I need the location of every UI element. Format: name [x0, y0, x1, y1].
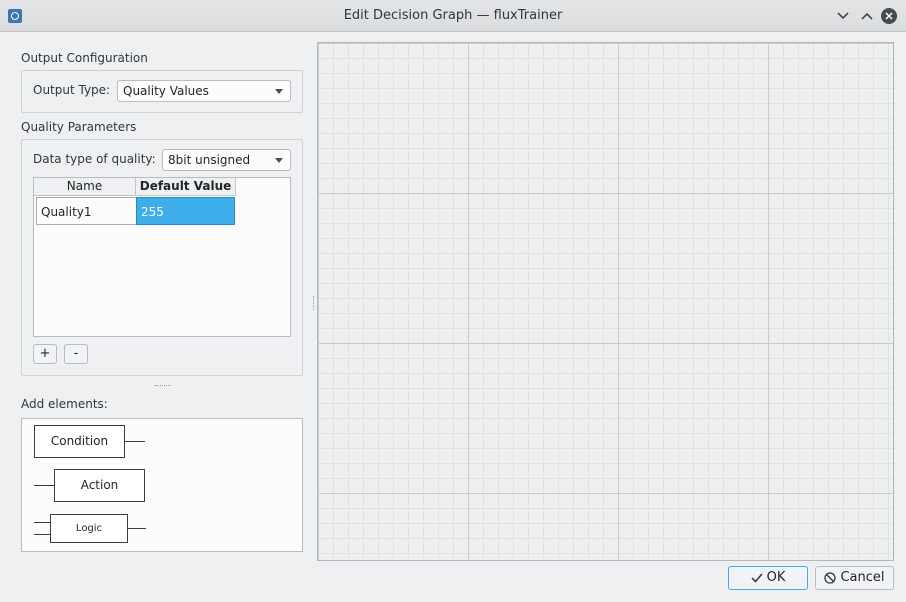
- vertical-splitter-handle[interactable]: [313, 296, 315, 310]
- title-bar: Edit Decision Graph — fluxTrainer: [0, 0, 906, 32]
- close-button[interactable]: [881, 8, 897, 24]
- ok-label: OK: [766, 570, 786, 585]
- add-row-button[interactable]: +: [33, 344, 57, 364]
- data-type-select[interactable]: 8bit unsigned: [162, 149, 291, 171]
- close-icon: [885, 12, 893, 20]
- column-header-default-value[interactable]: Default Value: [136, 178, 236, 196]
- quality-parameters-heading: Quality Parameters: [21, 120, 137, 134]
- cancel-button[interactable]: Cancel: [815, 566, 894, 590]
- data-type-label: Data type of quality:: [33, 152, 156, 166]
- condition-element[interactable]: Condition: [34, 425, 125, 458]
- output-type-select[interactable]: Quality Values: [117, 80, 291, 102]
- condition-output-wire: [125, 441, 145, 442]
- logic-output-wire: [128, 528, 146, 529]
- minimize-button[interactable]: [835, 8, 851, 24]
- maximize-button[interactable]: [859, 8, 875, 24]
- output-type-label: Output Type:: [33, 83, 111, 97]
- remove-row-button[interactable]: -: [64, 344, 88, 364]
- graph-canvas[interactable]: [317, 42, 894, 561]
- data-type-value: 8bit unsigned: [168, 153, 251, 167]
- element-palette: Condition Action Logic: [21, 418, 303, 552]
- splitter-handle[interactable]: [155, 385, 171, 387]
- ok-button[interactable]: OK: [728, 566, 808, 590]
- window-title: Edit Decision Graph — fluxTrainer: [343, 8, 563, 23]
- output-configuration-heading: Output Configuration: [21, 51, 148, 65]
- cancel-icon: [824, 572, 837, 584]
- checkmark-icon: [751, 573, 763, 583]
- dropdown-arrow-icon: [275, 89, 283, 94]
- dropdown-arrow-icon: [275, 158, 283, 163]
- action-element[interactable]: Action: [54, 469, 145, 502]
- logic-input-wire-1: [34, 522, 51, 523]
- table-cell-name[interactable]: Quality1: [36, 197, 136, 225]
- logic-element[interactable]: Logic: [50, 514, 128, 543]
- logic-input-wire-2: [34, 534, 51, 535]
- output-type-value: Quality Values: [123, 84, 209, 98]
- column-header-name[interactable]: Name: [34, 178, 136, 196]
- add-elements-heading: Add elements:: [21, 397, 108, 411]
- chevron-down-icon: [837, 12, 849, 20]
- table-cell-default-value[interactable]: 255: [136, 197, 235, 225]
- cancel-label: Cancel: [840, 570, 885, 585]
- chevron-up-icon: [861, 12, 873, 20]
- action-input-wire: [34, 485, 54, 486]
- quality-table[interactable]: Name Default Value Quality1 255: [33, 177, 291, 337]
